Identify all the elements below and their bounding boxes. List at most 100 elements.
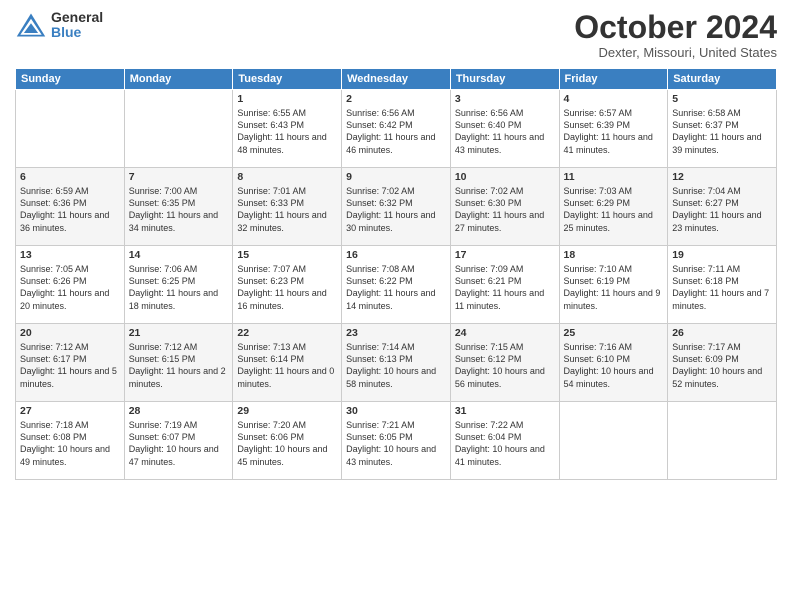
table-row: 12Sunrise: 7:04 AM Sunset: 6:27 PM Dayli… [668,168,777,246]
table-row: 21 Sunrise: 7:12 AM Sunset: 6:15 PM Dayli… [124,324,233,402]
table-row: 8Sunrise: 7:01 AM Sunset: 6:33 PM Daylig… [233,168,342,246]
day-info: Sunrise: 7:15 AM Sunset: 6:12 PM Dayligh… [455,341,555,390]
day-number: 30 [346,405,446,417]
day-number: 3 [455,93,555,105]
table-row [16,90,125,168]
col-wednesday: Wednesday [342,69,451,90]
table-row: 11 Sunrise: 7:03 AM Sunset: 6:29 PM Dayli… [559,168,668,246]
day-number: 9 [346,171,446,183]
table-row: 27 Sunrise: 7:18 AM Sunset: 6:08 PM Dayli… [16,402,125,480]
day-info: Sunrise: 6:56 AM Sunset: 6:40 PM Dayligh… [455,107,555,156]
table-row: 16 Sunrise: 7:08 AM Sunset: 6:22 PM Dayli… [342,246,451,324]
title-section: October 2024 Dexter, Missouri, United St… [574,10,777,60]
day-number: 26 [672,327,772,339]
day-info: Sunrise: 7:00 AM Sunset: 6:35 PM Dayligh… [129,185,229,234]
logo-text: General Blue [51,10,103,41]
day-info: Sunrise: 7:14 AM Sunset: 6:13 PM Dayligh… [346,341,446,390]
table-row: 9 Sunrise: 7:02 AM Sunset: 6:32 PM Daylig… [342,168,451,246]
day-info: Sunrise: 7:11 AM Sunset: 6:18 PM Dayligh… [672,263,772,312]
day-info: Sunrise: 7:02 AM Sunset: 6:32 PM Dayligh… [346,185,446,234]
day-number: 23 [346,327,446,339]
col-monday: Monday [124,69,233,90]
col-thursday: Thursday [450,69,559,90]
table-row: 24 Sunrise: 7:15 AM Sunset: 6:12 PM Dayli… [450,324,559,402]
logo-icon [15,11,47,39]
table-row: 29Sunrise: 7:20 AM Sunset: 6:06 PM Dayli… [233,402,342,480]
day-info: Sunrise: 7:07 AM Sunset: 6:23 PM Dayligh… [237,263,337,312]
day-info: Sunrise: 7:03 AM Sunset: 6:29 PM Dayligh… [564,185,664,234]
col-tuesday: Tuesday [233,69,342,90]
day-number: 31 [455,405,555,417]
table-row: 26 Sunrise: 7:17 AM Sunset: 6:09 PM Dayli… [668,324,777,402]
day-number: 6 [20,171,120,183]
day-number: 11 [564,171,664,183]
table-row: 4 Sunrise: 6:57 AM Sunset: 6:39 PM Daylig… [559,90,668,168]
day-number: 1 [237,93,337,105]
calendar-week-3: 13Sunrise: 7:05 AM Sunset: 6:26 PM Dayli… [16,246,777,324]
day-info: Sunrise: 6:56 AM Sunset: 6:42 PM Dayligh… [346,107,446,156]
day-info: Sunrise: 7:17 AM Sunset: 6:09 PM Dayligh… [672,341,772,390]
day-info: Sunrise: 6:58 AM Sunset: 6:37 PM Dayligh… [672,107,772,156]
table-row: 23 Sunrise: 7:14 AM Sunset: 6:13 PM Dayli… [342,324,451,402]
day-info: Sunrise: 7:13 AM Sunset: 6:14 PM Dayligh… [237,341,337,390]
day-number: 28 [129,405,229,417]
day-number: 15 [237,249,337,261]
day-number: 19 [672,249,772,261]
table-row: 15 Sunrise: 7:07 AM Sunset: 6:23 PM Dayli… [233,246,342,324]
day-info: Sunrise: 7:16 AM Sunset: 6:10 PM Dayligh… [564,341,664,390]
table-row [124,90,233,168]
day-info: Sunrise: 7:10 AM Sunset: 6:19 PM Dayligh… [564,263,664,312]
day-number: 25 [564,327,664,339]
calendar-week-4: 20 Sunrise: 7:12 AM Sunset: 6:17 PM Dayli… [16,324,777,402]
location: Dexter, Missouri, United States [574,45,777,60]
day-info: Sunrise: 7:18 AM Sunset: 6:08 PM Dayligh… [20,419,120,468]
day-number: 5 [672,93,772,105]
day-number: 21 [129,327,229,339]
day-number: 13 [20,249,120,261]
table-row: 28 Sunrise: 7:19 AM Sunset: 6:07 PM Dayli… [124,402,233,480]
day-info: Sunrise: 7:21 AM Sunset: 6:05 PM Dayligh… [346,419,446,468]
day-number: 16 [346,249,446,261]
day-info: Sunrise: 6:59 AM Sunset: 6:36 PM Dayligh… [20,185,120,234]
table-row: 6 Sunrise: 6:59 AM Sunset: 6:36 PM Daylig… [16,168,125,246]
col-sunday: Sunday [16,69,125,90]
logo: General Blue [15,10,103,41]
day-info: Sunrise: 7:04 AM Sunset: 6:27 PM Dayligh… [672,185,772,234]
day-number: 22 [237,327,337,339]
table-row: 22 Sunrise: 7:13 AM Sunset: 6:14 PM Dayli… [233,324,342,402]
day-info: Sunrise: 6:55 AM Sunset: 6:43 PM Dayligh… [237,107,337,156]
table-row: 7 Sunrise: 7:00 AM Sunset: 6:35 PM Daylig… [124,168,233,246]
day-info: Sunrise: 7:12 AM Sunset: 6:15 PM Dayligh… [129,341,229,390]
day-number: 24 [455,327,555,339]
logo-blue: Blue [51,25,103,40]
table-row [668,402,777,480]
col-friday: Friday [559,69,668,90]
logo-general: General [51,10,103,25]
day-number: 20 [20,327,120,339]
month-title: October 2024 [574,10,777,45]
calendar-week-2: 6 Sunrise: 6:59 AM Sunset: 6:36 PM Daylig… [16,168,777,246]
table-row: 30 Sunrise: 7:21 AM Sunset: 6:05 PM Dayli… [342,402,451,480]
table-row: 14 Sunrise: 7:06 AM Sunset: 6:25 PM Dayli… [124,246,233,324]
table-row: 3 Sunrise: 6:56 AM Sunset: 6:40 PM Daylig… [450,90,559,168]
table-row [559,402,668,480]
table-row: 5 Sunrise: 6:58 AM Sunset: 6:37 PM Daylig… [668,90,777,168]
day-number: 14 [129,249,229,261]
table-row: 25 Sunrise: 7:16 AM Sunset: 6:10 PM Dayli… [559,324,668,402]
calendar-table: Sunday Monday Tuesday Wednesday Thursday… [15,68,777,480]
day-info: Sunrise: 6:57 AM Sunset: 6:39 PM Dayligh… [564,107,664,156]
day-number: 4 [564,93,664,105]
calendar-header-row: Sunday Monday Tuesday Wednesday Thursday… [16,69,777,90]
day-info: Sunrise: 7:02 AM Sunset: 6:30 PM Dayligh… [455,185,555,234]
day-number: 17 [455,249,555,261]
day-number: 27 [20,405,120,417]
day-info: Sunrise: 7:12 AM Sunset: 6:17 PM Dayligh… [20,341,120,390]
day-info: Sunrise: 7:19 AM Sunset: 6:07 PM Dayligh… [129,419,229,468]
calendar-week-5: 27 Sunrise: 7:18 AM Sunset: 6:08 PM Dayli… [16,402,777,480]
day-number: 8 [237,171,337,183]
day-info: Sunrise: 7:08 AM Sunset: 6:22 PM Dayligh… [346,263,446,312]
day-info: Sunrise: 7:06 AM Sunset: 6:25 PM Dayligh… [129,263,229,312]
page: General Blue October 2024 Dexter, Missou… [0,0,792,612]
day-number: 2 [346,93,446,105]
day-number: 7 [129,171,229,183]
